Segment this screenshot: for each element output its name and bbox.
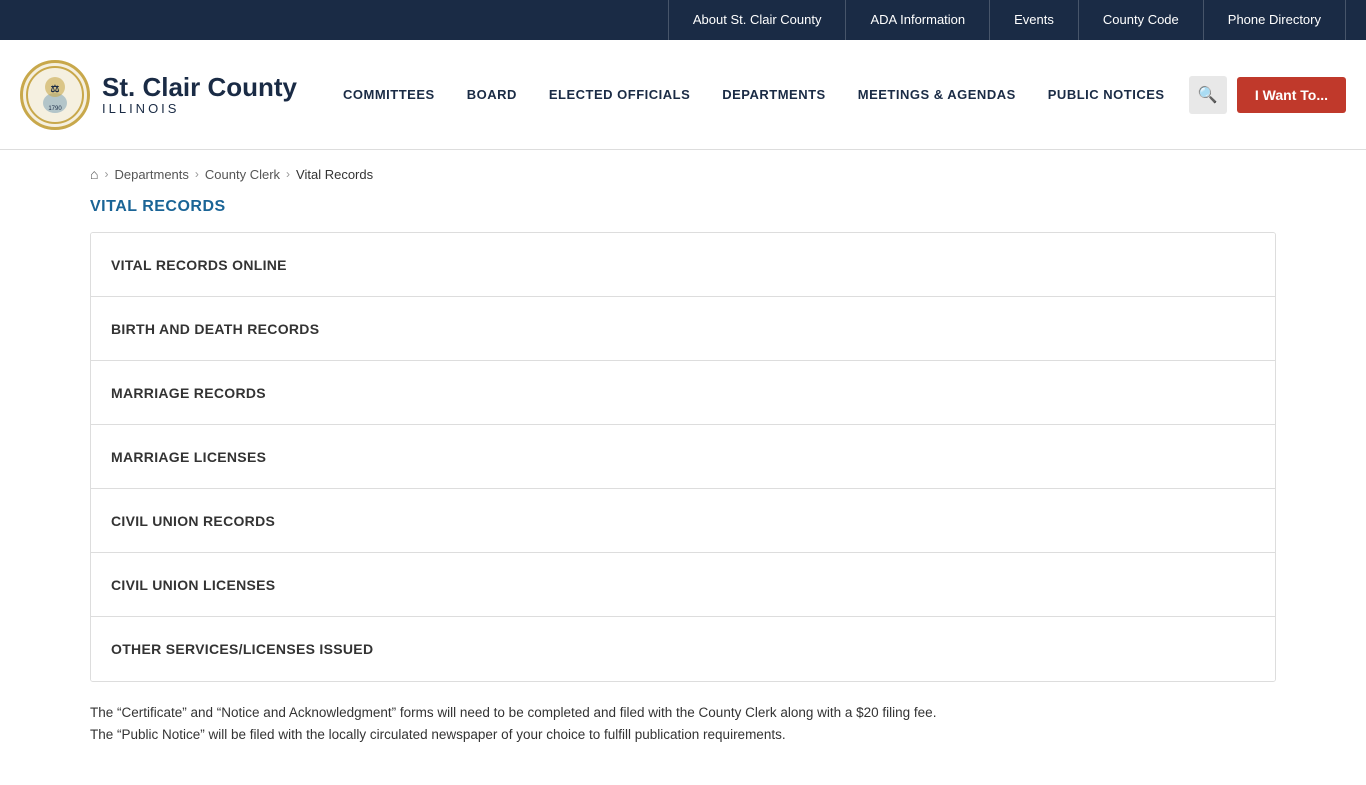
accordion-label-birth-death: BIRTH AND DEATH RECORDS: [111, 321, 319, 337]
breadcrumb: ⌂ › Departments › County Clerk › Vital R…: [0, 150, 1366, 198]
footer-note-line2: The “Public Notice” will be filed with t…: [90, 724, 1276, 746]
svg-text:⚖: ⚖: [51, 84, 60, 95]
search-button[interactable]: 🔍: [1189, 76, 1227, 114]
accordion-label-marriage-licenses: MARRIAGE LICENSES: [111, 449, 266, 465]
topbar-link-county-code[interactable]: County Code: [1079, 0, 1204, 40]
nav-item-elected-officials[interactable]: ELECTED OFFICIALS: [533, 87, 706, 102]
nav-item-board[interactable]: BOARD: [451, 87, 533, 102]
accordion-label-marriage-records: MARRIAGE RECORDS: [111, 385, 266, 401]
logo-link[interactable]: ⚖ 1790 St. Clair County ILLINOIS: [20, 60, 297, 130]
main-nav: COMMITTEESBOARDELECTED OFFICIALSDEPARTME…: [327, 87, 1189, 102]
nav-item-meetings[interactable]: MEETINGS & AGENDAS: [842, 87, 1032, 102]
breadcrumb-departments[interactable]: Departments: [114, 167, 188, 182]
topbar-link-about[interactable]: About St. Clair County: [668, 0, 847, 40]
breadcrumb-current: Vital Records: [296, 167, 373, 182]
accordion-item-birth-death[interactable]: BIRTH AND DEATH RECORDS: [91, 297, 1275, 361]
accordion-label-other-services: OTHER SERVICES/LICENSES ISSUED: [111, 641, 373, 657]
home-icon: ⌂: [90, 166, 98, 182]
header: ⚖ 1790 St. Clair County ILLINOIS COMMITT…: [0, 40, 1366, 150]
svg-text:1790: 1790: [48, 106, 62, 112]
breadcrumb-sep-1: ›: [195, 167, 199, 181]
accordion-item-civil-union-records[interactable]: CIVIL UNION RECORDS: [91, 489, 1275, 553]
footer-note-line1: The “Certificate” and “Notice and Acknow…: [90, 702, 1276, 724]
accordion-label-civil-union-records: CIVIL UNION RECORDS: [111, 513, 275, 529]
page-title: VITAL RECORDS: [90, 198, 1276, 216]
nav-item-public-notices[interactable]: PUBLIC NOTICES: [1032, 87, 1181, 102]
county-name: St. Clair County: [102, 73, 297, 102]
content-area: VITAL RECORDS VITAL RECORDS ONLINE BIRTH …: [0, 198, 1366, 785]
topbar-link-phone-directory[interactable]: Phone Directory: [1204, 0, 1346, 40]
state-name: ILLINOIS: [102, 101, 297, 116]
logo-circle: ⚖ 1790: [20, 60, 90, 130]
accordion-item-civil-union-licenses[interactable]: CIVIL UNION LICENSES: [91, 553, 1275, 617]
iwant-button[interactable]: I Want To...: [1237, 77, 1346, 113]
nav-item-committees[interactable]: COMMITTEES: [327, 87, 451, 102]
footer-note: The “Certificate” and “Notice and Acknow…: [90, 702, 1276, 755]
topbar-link-events[interactable]: Events: [990, 0, 1079, 40]
nav-item-departments[interactable]: DEPARTMENTS: [706, 87, 841, 102]
accordion-list: VITAL RECORDS ONLINE BIRTH AND DEATH RECO…: [90, 232, 1276, 682]
breadcrumb-sep-0: ›: [104, 167, 108, 181]
top-bar: About St. Clair CountyADA InformationEve…: [0, 0, 1366, 40]
accordion-item-other-services[interactable]: OTHER SERVICES/LICENSES ISSUED: [91, 617, 1275, 681]
topbar-link-ada[interactable]: ADA Information: [846, 0, 990, 40]
search-icon: 🔍: [1198, 85, 1218, 105]
accordion-item-marriage-records[interactable]: MARRIAGE RECORDS: [91, 361, 1275, 425]
breadcrumb-sep-2: ›: [286, 167, 290, 181]
nav-actions: 🔍 I Want To...: [1189, 76, 1346, 114]
accordion-item-vital-records-online[interactable]: VITAL RECORDS ONLINE: [91, 233, 1275, 297]
accordion-label-civil-union-licenses: CIVIL UNION LICENSES: [111, 577, 275, 593]
logo-text: St. Clair County ILLINOIS: [102, 73, 297, 117]
breadcrumb-county-clerk[interactable]: County Clerk: [205, 167, 280, 182]
accordion-item-marriage-licenses[interactable]: MARRIAGE LICENSES: [91, 425, 1275, 489]
accordion-label-vital-records-online: VITAL RECORDS ONLINE: [111, 257, 287, 273]
